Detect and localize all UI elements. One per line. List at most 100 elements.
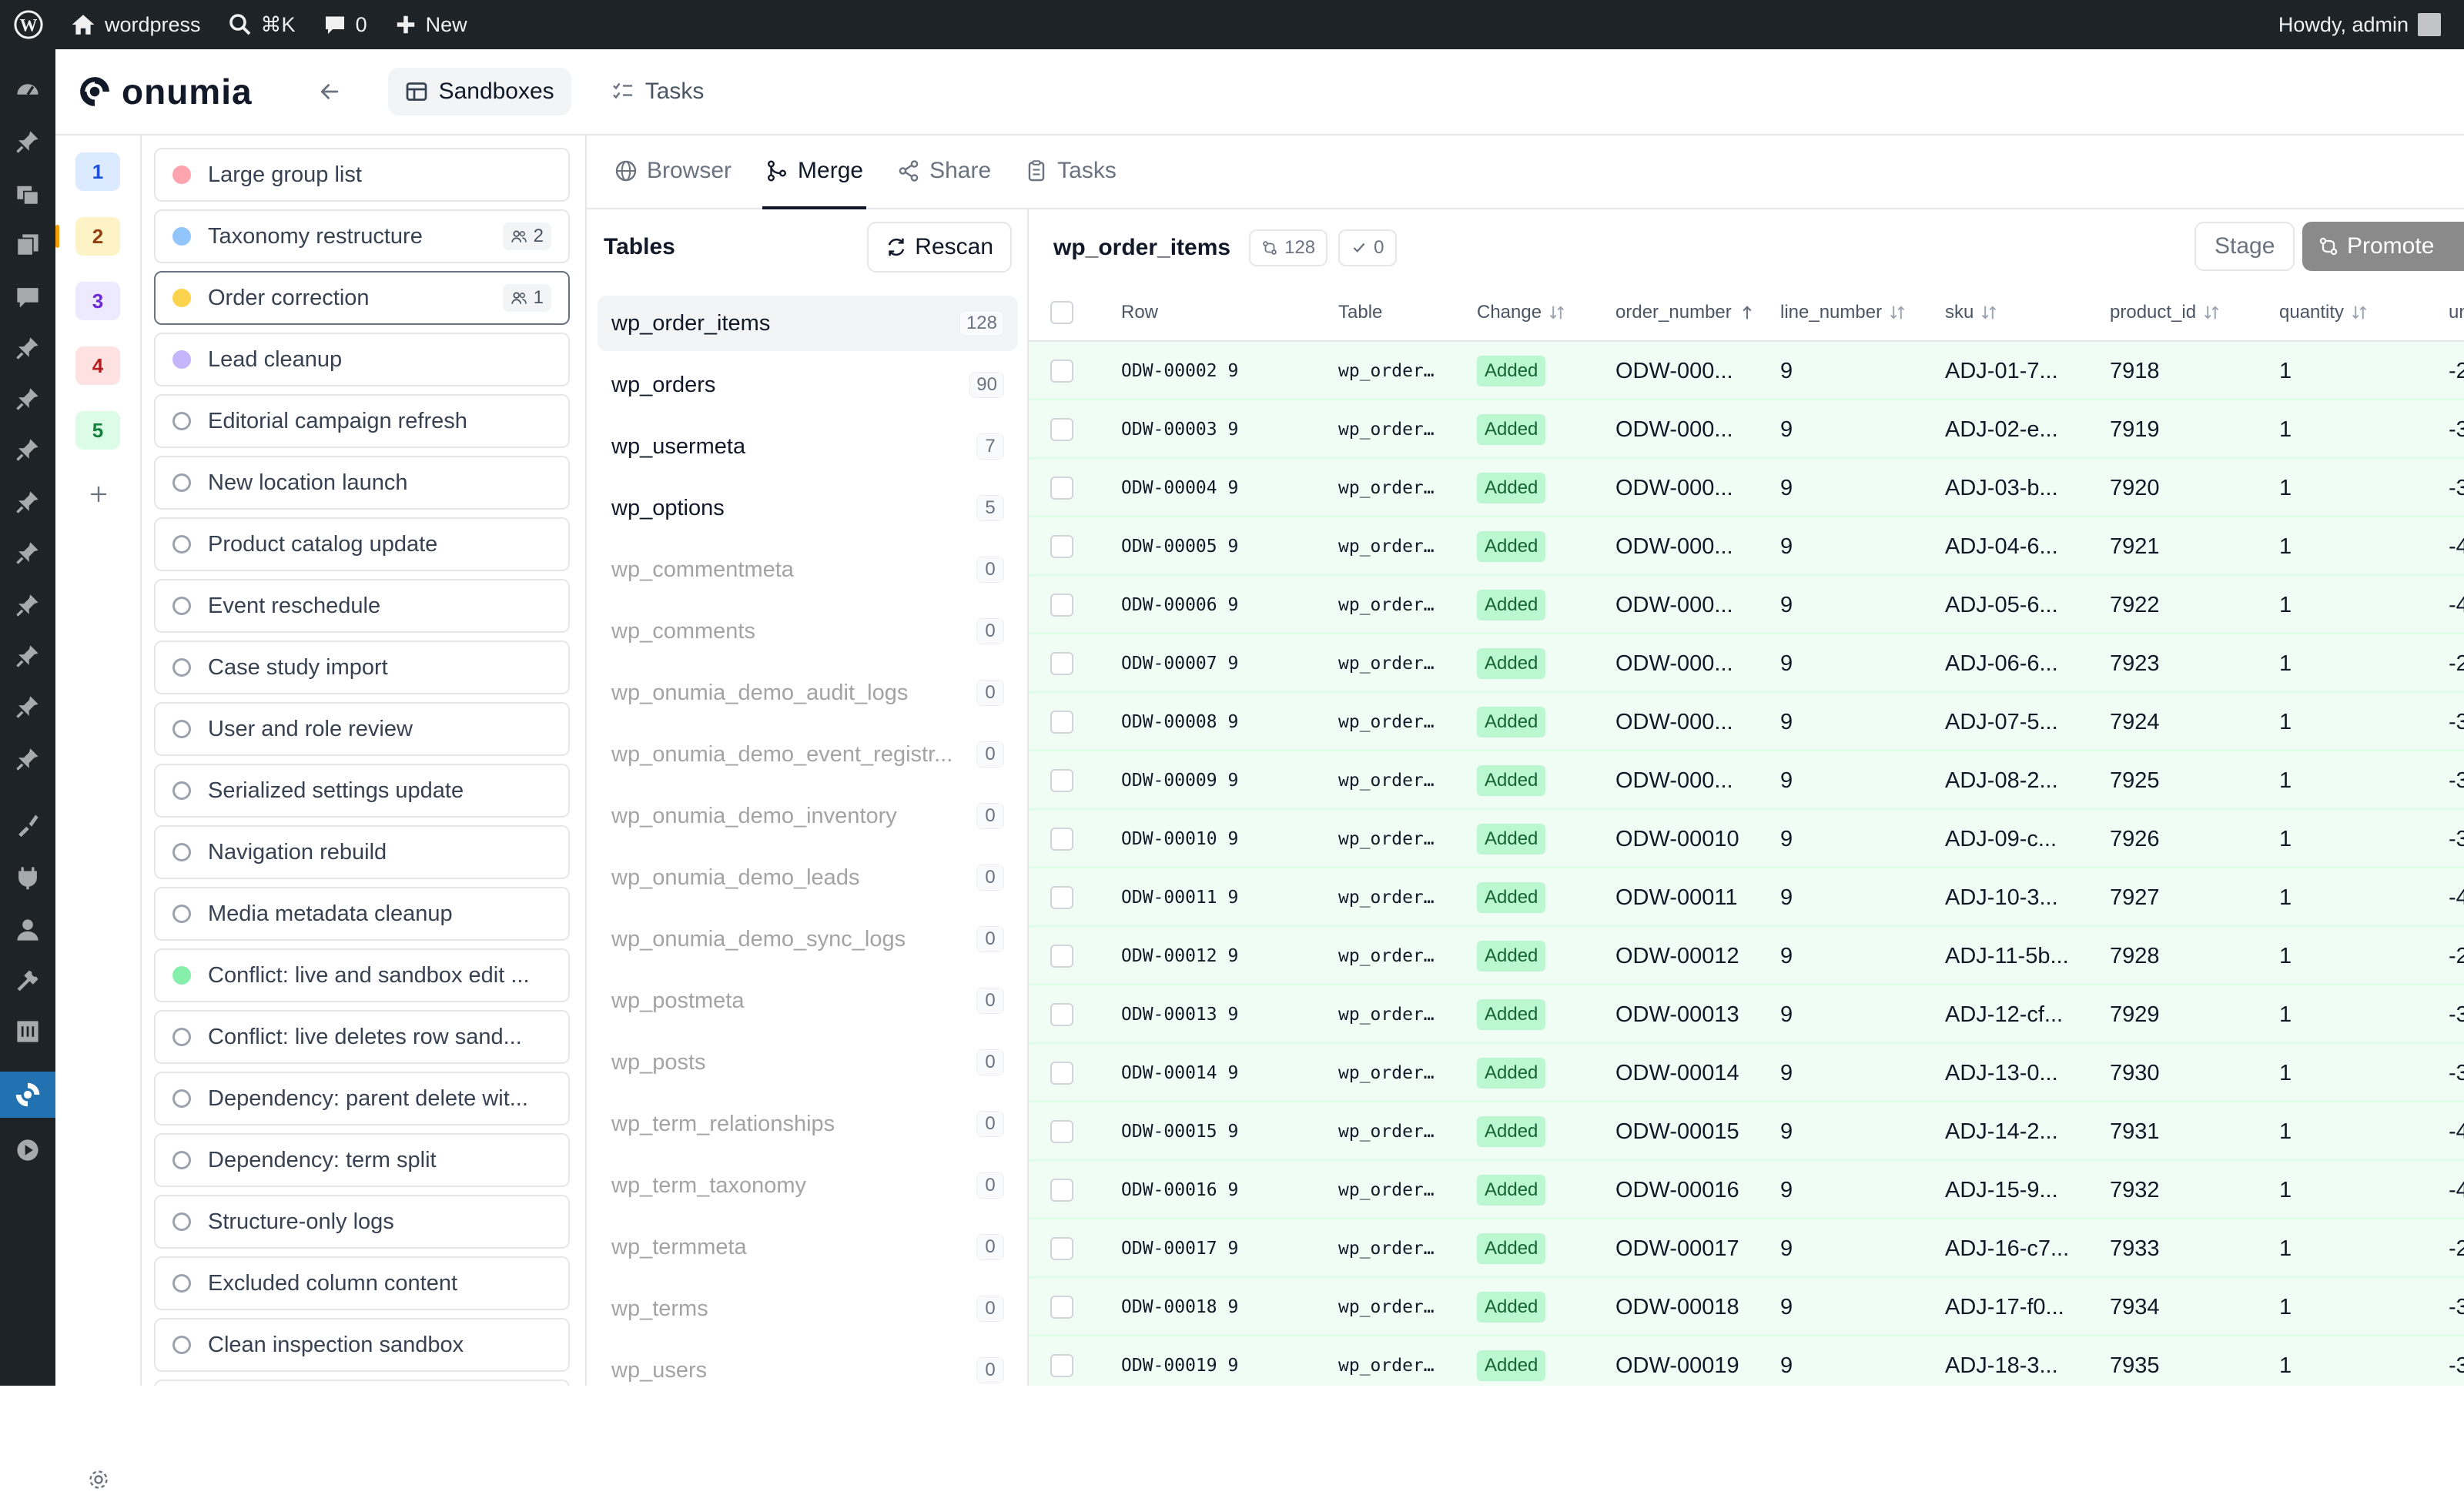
sandbox-item[interactable]: Navigation rebuild [154, 825, 570, 879]
rail-number[interactable]: 1 [75, 152, 120, 191]
tab-tasks-sub[interactable]: Tasks [1022, 134, 1120, 208]
table-list-item[interactable]: wp_term_taxonomy 0 [598, 1158, 1018, 1213]
table-row[interactable]: ODW-00015 9 wp_order… Added ODW-00015 9 ADJ-1… [1029, 1102, 2464, 1161]
sandbox-item[interactable]: Product catalog update [154, 517, 570, 571]
table-list-item[interactable]: wp_onumia_demo_audit_logs 0 [598, 665, 1018, 721]
admin-menu-item[interactable] [0, 802, 55, 848]
admin-menu-item[interactable] [0, 855, 55, 901]
admin-menu-item[interactable] [0, 119, 55, 165]
table-row[interactable]: ODW-00013 9 wp_order… Added ODW-00013 9 ADJ-1… [1029, 985, 2464, 1044]
promote-button[interactable]: Promote [2302, 222, 2464, 271]
table-list-item[interactable]: wp_onumia_demo_sync_logs 0 [598, 911, 1018, 967]
settings-button[interactable] [83, 1464, 114, 1495]
admin-menu-item[interactable] [0, 736, 55, 782]
sandbox-item[interactable]: Conflict: live deletes row sand... [154, 1010, 570, 1064]
admin-menu-item[interactable] [0, 582, 55, 628]
row-checkbox[interactable] [1050, 1003, 1073, 1026]
table-list-item[interactable]: wp_usermeta 7 [598, 419, 1018, 474]
column-header[interactable]: sku [1945, 283, 1998, 342]
table-list-item[interactable]: wp_comments 0 [598, 604, 1018, 659]
row-checkbox[interactable] [1050, 1120, 1073, 1143]
search-shortcut[interactable]: ⌘K [215, 0, 310, 49]
row-checkbox[interactable] [1050, 477, 1073, 500]
table-row[interactable]: ODW-00010 9 wp_order… Added ODW-00010 9 ADJ-0… [1029, 810, 2464, 868]
row-checkbox[interactable] [1050, 535, 1073, 558]
table-list-item[interactable]: wp_orders 90 [598, 357, 1018, 413]
admin-menu-item[interactable] [0, 171, 55, 217]
sandbox-item[interactable]: Lead cleanup [154, 333, 570, 386]
table-list-item[interactable]: wp_onumia_demo_inventory 0 [598, 788, 1018, 844]
rail-number[interactable]: 5 [75, 411, 120, 450]
sandbox-item[interactable] [154, 1380, 570, 1386]
tab-sandboxes[interactable]: Sandboxes [387, 68, 571, 115]
column-header[interactable]: quantity [2279, 283, 2369, 342]
admin-menu-item[interactable] [0, 479, 55, 525]
stage-button[interactable]: Stage [2194, 222, 2295, 271]
table-row[interactable]: ODW-00009 9 wp_order… Added ODW-000... 9 ADJ-… [1029, 751, 2464, 810]
row-checkbox[interactable] [1050, 769, 1073, 792]
admin-menu-item[interactable] [0, 1008, 55, 1055]
sandbox-item[interactable]: Dependency: parent delete wit... [154, 1072, 570, 1125]
site-name-menu[interactable]: wordpress [57, 0, 215, 49]
sandbox-item[interactable]: Case study import [154, 640, 570, 694]
table-row[interactable]: ODW-00008 9 wp_order… Added ODW-000... 9 ADJ-… [1029, 693, 2464, 751]
table-row[interactable]: ODW-00005 9 wp_order… Added ODW-000... 9 ADJ-… [1029, 517, 2464, 576]
admin-menu-item[interactable] [0, 222, 55, 268]
sandbox-item[interactable]: New location launch [154, 456, 570, 510]
table-list-item[interactable]: wp_commentmeta 0 [598, 542, 1018, 597]
row-checkbox[interactable] [1050, 945, 1073, 968]
sandbox-item[interactable]: Excluded column content [154, 1256, 570, 1310]
table-list-item[interactable]: wp_users 0 [598, 1343, 1018, 1386]
table-row[interactable]: ODW-00007 9 wp_order… Added ODW-000... 9 ADJ-… [1029, 634, 2464, 693]
admin-menu-item[interactable] [0, 274, 55, 320]
table-list-item[interactable]: wp_postmeta 0 [598, 973, 1018, 1028]
select-all-checkbox[interactable] [1050, 301, 1073, 324]
tab-browser[interactable]: Browser [611, 134, 735, 208]
table-list-item[interactable]: wp_term_relationships 0 [598, 1096, 1018, 1152]
table-list-item[interactable]: wp_onumia_demo_event_registr... 0 [598, 727, 1018, 782]
table-row[interactable]: ODW-00017 9 wp_order… Added ODW-00017 9 ADJ-1… [1029, 1219, 2464, 1278]
rescan-button[interactable]: Rescan [867, 222, 1012, 273]
table-list-item[interactable]: wp_options 5 [598, 480, 1018, 536]
onumia-logo[interactable]: onumia [79, 71, 253, 112]
table-row[interactable]: ODW-00012 9 wp_order… Added ODW-00012 9 ADJ-1… [1029, 927, 2464, 985]
admin-menu-item[interactable] [0, 907, 55, 953]
table-row[interactable]: ODW-00019 9 wp_order… Added ODW-00019 9 ADJ-1… [1029, 1336, 2464, 1386]
rail-number[interactable]: 2 [55, 217, 120, 256]
sandbox-item[interactable]: Dependency: term split [154, 1133, 570, 1187]
admin-menu-item[interactable] [0, 633, 55, 679]
table-list-item[interactable]: wp_termmeta 0 [598, 1219, 1018, 1275]
admin-menu-item[interactable] [0, 958, 55, 1004]
sandbox-item[interactable]: Clean inspection sandbox [154, 1318, 570, 1372]
column-header[interactable]: order_number [1615, 283, 1756, 342]
sandbox-item[interactable]: Media metadata cleanup [154, 887, 570, 941]
add-sandbox-button[interactable] [83, 479, 114, 510]
row-checkbox[interactable] [1050, 886, 1073, 909]
sandbox-item[interactable]: Serialized settings update [154, 764, 570, 818]
account-menu[interactable]: Howdy, admin [2265, 0, 2464, 49]
table-list-item[interactable]: wp_onumia_demo_leads 0 [598, 850, 1018, 905]
comments-menu[interactable]: 0 [310, 0, 381, 49]
sandbox-item[interactable]: Taxonomy restructure 2 [154, 209, 570, 263]
admin-menu-item[interactable] [0, 426, 55, 473]
row-checkbox[interactable] [1050, 828, 1073, 851]
sandbox-item[interactable]: Large group list [154, 148, 570, 202]
column-header[interactable]: Change [1477, 283, 1566, 342]
row-checkbox[interactable] [1050, 1296, 1073, 1319]
table-row[interactable]: ODW-00006 9 wp_order… Added ODW-000... 9 ADJ-… [1029, 576, 2464, 634]
admin-menu-item[interactable] [0, 684, 55, 730]
tab-share[interactable]: Share [894, 134, 994, 208]
admin-menu-item[interactable] [0, 325, 55, 371]
row-checkbox[interactable] [1050, 1237, 1073, 1260]
table-row[interactable]: ODW-00002 9 wp_order… Added ODW-000... 9 ADJ-… [1029, 342, 2464, 400]
row-checkbox[interactable] [1050, 1179, 1073, 1202]
row-checkbox[interactable] [1050, 418, 1073, 441]
table-row[interactable]: ODW-00018 9 wp_order… Added ODW-00018 9 ADJ-1… [1029, 1278, 2464, 1336]
sandbox-item[interactable]: Structure-only logs [154, 1195, 570, 1249]
row-checkbox[interactable] [1050, 1062, 1073, 1085]
admin-menu-item[interactable] [0, 1072, 55, 1118]
table-row[interactable]: ODW-00014 9 wp_order… Added ODW-00014 9 ADJ-1… [1029, 1044, 2464, 1102]
back-button[interactable] [313, 75, 346, 109]
table-list-item[interactable]: wp_terms 0 [598, 1281, 1018, 1336]
table-row[interactable]: ODW-00011 9 wp_order… Added ODW-00011 9 ADJ-1… [1029, 868, 2464, 927]
